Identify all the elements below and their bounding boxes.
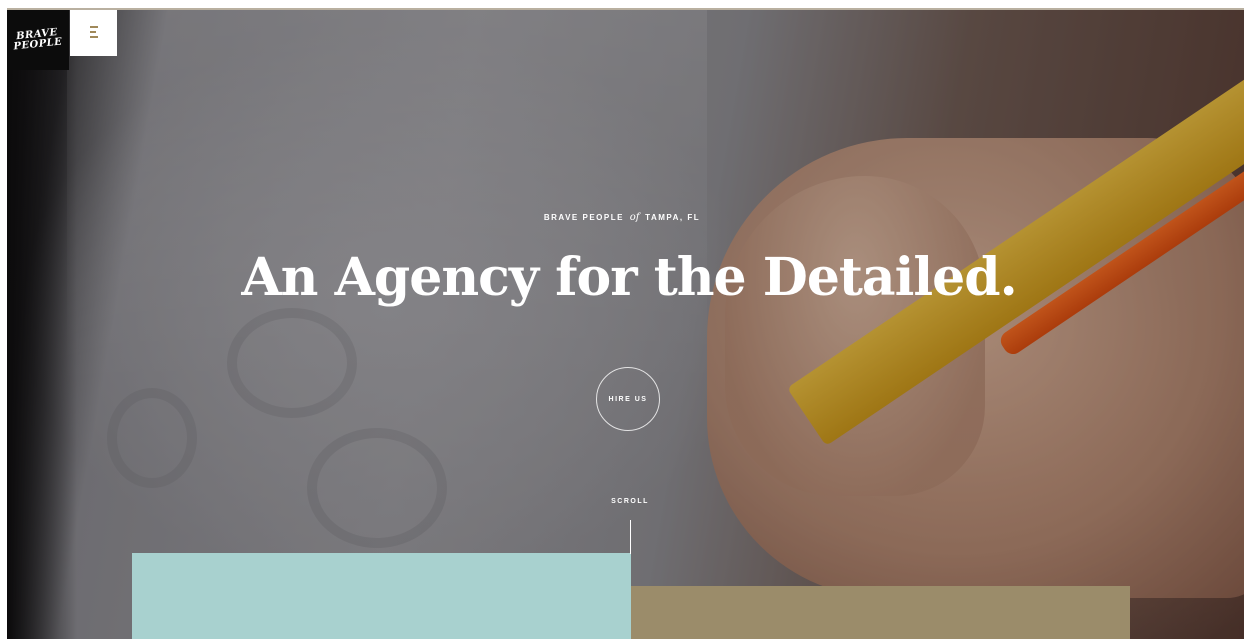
scroll-indicator-line [630, 520, 631, 554]
logo-line-2: PEOPLE [13, 36, 64, 53]
tan-color-block [631, 586, 1130, 639]
eyebrow-location: TAMPA, FL [645, 213, 701, 222]
hire-us-button[interactable]: HIRE US [596, 367, 660, 431]
eyebrow-brand: BRAVE PEOPLE [543, 213, 624, 222]
teal-color-block [132, 553, 631, 639]
top-rule [7, 8, 1244, 10]
hero-headline: An Agency for the Detailed. [241, 247, 1017, 308]
eyebrow-of: of [629, 212, 640, 223]
hero-overlay [7, 8, 1244, 639]
scroll-label[interactable]: SCROLL [600, 498, 660, 505]
hamburger-menu-icon [90, 26, 98, 40]
menu-button[interactable] [70, 10, 117, 56]
hero-section [7, 8, 1244, 639]
hero-eyebrow: BRAVE PEOPLE of TAMPA, FL [0, 212, 1244, 223]
logo-link[interactable]: BRAVE PEOPLE [7, 10, 69, 70]
brand-logo: BRAVE PEOPLE [13, 27, 64, 53]
